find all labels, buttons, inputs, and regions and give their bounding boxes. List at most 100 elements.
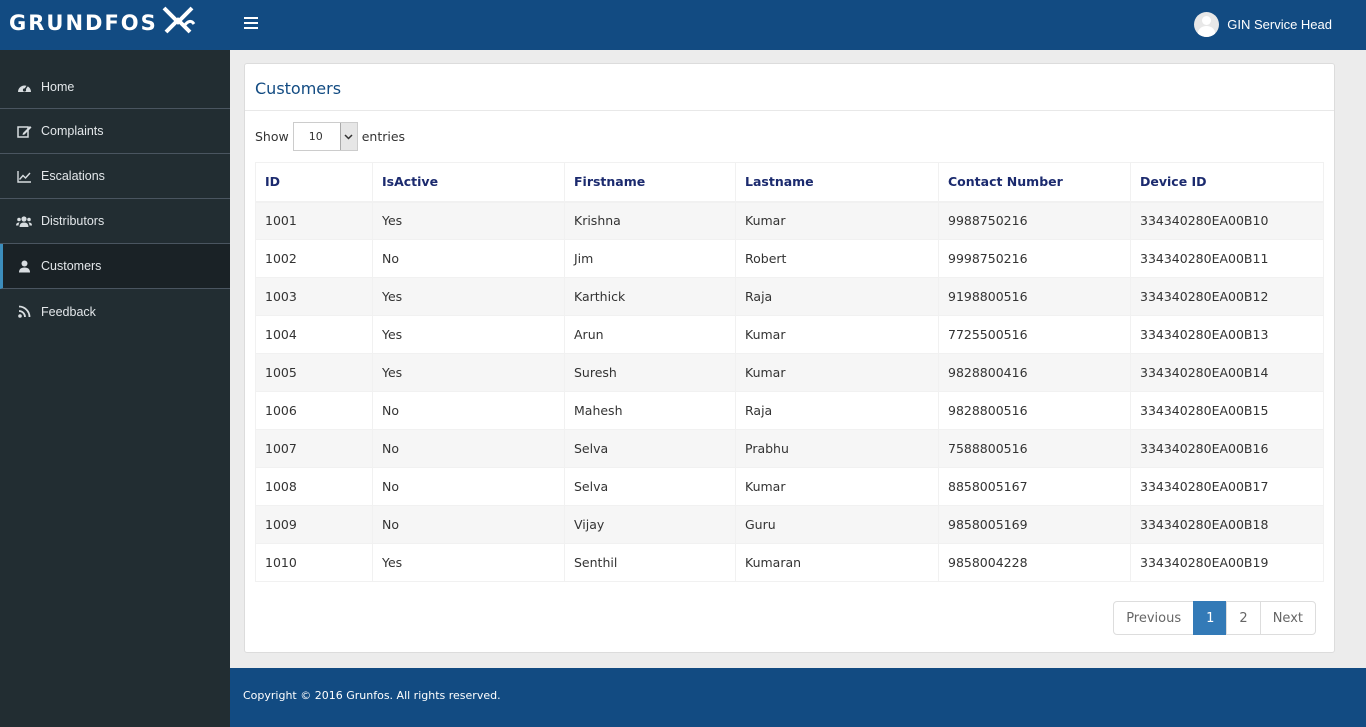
table-cell: 334340280EA00B11	[1130, 239, 1324, 278]
table-cell: Raja	[735, 391, 939, 430]
table-cell: 1007	[255, 429, 373, 468]
table-cell: Raja	[735, 277, 939, 316]
table-cell: Prabhu	[735, 429, 939, 468]
table-cell: 334340280EA00B17	[1130, 467, 1324, 506]
table-cell: 1002	[255, 239, 373, 278]
table-cell: Arun	[564, 315, 736, 354]
table-cell: 1003	[255, 277, 373, 316]
table-cell: 9198800516	[938, 277, 1131, 316]
column-header-contact-number[interactable]: Contact Number	[938, 162, 1131, 203]
table-row: 1004 Yes Arun Kumar 7725500516 334340280EA00B…	[255, 315, 1324, 354]
table-cell: 9988750216	[938, 201, 1131, 240]
page-title: Customers	[255, 79, 342, 98]
sidebar-item-home[interactable]: Home	[0, 50, 230, 109]
table-cell: Kumar	[735, 353, 939, 392]
table-cell: Vijay	[564, 505, 736, 544]
table-cell: 7588800516	[938, 429, 1131, 468]
page-1-button[interactable]: 1	[1193, 601, 1228, 635]
hamburger-icon[interactable]	[244, 17, 258, 29]
sidebar-item-label: Distributors	[41, 214, 105, 228]
sidebar-item-label: Home	[41, 80, 75, 94]
table-cell: 9828800416	[938, 353, 1131, 392]
table-cell: 7725500516	[938, 315, 1131, 354]
customers-panel: Customers Show 10 entries ID IsActive Fi…	[244, 63, 1335, 653]
entries-length-control: Show 10 entries	[255, 122, 405, 151]
sidebar-item-label: Complaints	[41, 124, 104, 138]
table-cell: Kumar	[735, 467, 939, 506]
customers-table: ID IsActive Firstname Lastname Contact N…	[255, 162, 1324, 582]
table-cell: 9858004228	[938, 543, 1131, 582]
brand-name: GRUNDFOS	[9, 11, 158, 35]
sidebar-item-escalations[interactable]: Escalations	[0, 154, 230, 199]
table-cell: Selva	[564, 467, 736, 506]
top-navbar: GRUNDFOS GIN Service Head	[0, 0, 1366, 50]
sidebar-item-complaints[interactable]: Complaints	[0, 109, 230, 154]
table-cell: No	[372, 467, 565, 506]
table-cell: Kumar	[735, 201, 939, 240]
table-row: 1001 Yes Krishna Kumar 9988750216 334340280EA…	[255, 201, 1324, 240]
show-label: Show	[255, 129, 289, 144]
sidebar-item-feedback[interactable]: Feedback	[0, 289, 230, 334]
table-row: 1010 Yes Senthil Kumaran 9858004228 334340280…	[255, 543, 1324, 582]
table-cell: 334340280EA00B19	[1130, 543, 1324, 582]
table-cell: Selva	[564, 429, 736, 468]
table-cell: 1005	[255, 353, 373, 392]
sidebar-item-customers[interactable]: Customers	[0, 244, 230, 289]
table-cell: 334340280EA00B18	[1130, 505, 1324, 544]
panel-header: Customers	[245, 64, 1334, 111]
table-cell: 1010	[255, 543, 373, 582]
column-header-id[interactable]: ID	[255, 162, 373, 203]
table-cell: Yes	[372, 201, 565, 240]
previous-page-button[interactable]: Previous	[1113, 601, 1195, 635]
table-cell: 8858005167	[938, 467, 1131, 506]
table-cell: 9858005169	[938, 505, 1131, 544]
chevron-down-icon	[339, 123, 357, 150]
table-cell: 334340280EA00B13	[1130, 315, 1324, 354]
rss-icon	[16, 305, 32, 319]
column-header-device-id[interactable]: Device ID	[1130, 162, 1324, 203]
table-body: 1001 Yes Krishna Kumar 9988750216 334340280EA…	[255, 201, 1324, 582]
table-cell: Yes	[372, 277, 565, 316]
table-cell: 1008	[255, 467, 373, 506]
table-cell: Kumar	[735, 315, 939, 354]
line-chart-icon	[16, 169, 32, 183]
pagination: Previous 1 2 Next	[1113, 601, 1316, 635]
table-row: 1008 No Selva Kumar 8858005167 334340280EA00B…	[255, 467, 1324, 506]
grundfos-x-icon	[162, 6, 196, 37]
next-page-button[interactable]: Next	[1259, 601, 1316, 635]
entries-select[interactable]: 10	[292, 122, 358, 151]
avatar	[1194, 12, 1220, 37]
table-cell: No	[372, 505, 565, 544]
entries-label: entries	[361, 129, 406, 144]
entries-select-value: 10	[308, 130, 323, 143]
column-header-isactive[interactable]: IsActive	[372, 162, 565, 203]
table-cell: 334340280EA00B14	[1130, 353, 1324, 392]
table-cell: Mahesh	[564, 391, 736, 430]
page-2-button[interactable]: 2	[1226, 601, 1261, 635]
sidebar-item-label: Escalations	[41, 169, 105, 183]
table-cell: No	[372, 391, 565, 430]
column-header-firstname[interactable]: Firstname	[564, 162, 736, 203]
column-header-lastname[interactable]: Lastname	[735, 162, 939, 203]
brand-logo[interactable]: GRUNDFOS	[9, 6, 196, 40]
user-menu[interactable]: GIN Service Head	[1194, 12, 1332, 37]
table-cell: 334340280EA00B15	[1130, 391, 1324, 430]
users-icon	[16, 214, 32, 228]
main-content: Customers Show 10 entries ID IsActive Fi…	[230, 50, 1366, 668]
table-cell: Kumaran	[735, 543, 939, 582]
table-cell: No	[372, 239, 565, 278]
sidebar: Home Complaints Escalations Distributors…	[0, 50, 230, 727]
table-cell: Suresh	[564, 353, 736, 392]
table-row: 1005 Yes Suresh Kumar 9828800416 334340280EA0…	[255, 353, 1324, 392]
table-cell: No	[372, 429, 565, 468]
table-cell: Senthil	[564, 543, 736, 582]
dashboard-icon	[16, 80, 32, 94]
sidebar-item-label: Customers	[41, 259, 102, 273]
table-row: 1007 No Selva Prabhu 7588800516 334340280EA00…	[255, 429, 1324, 468]
edit-icon	[16, 124, 32, 138]
table-cell: Robert	[735, 239, 939, 278]
table-cell: Yes	[372, 315, 565, 354]
table-row: 1002 No Jim Robert 9998750216 334340280EA00B1…	[255, 239, 1324, 278]
sidebar-item-distributors[interactable]: Distributors	[0, 199, 230, 244]
table-cell: 9998750216	[938, 239, 1131, 278]
